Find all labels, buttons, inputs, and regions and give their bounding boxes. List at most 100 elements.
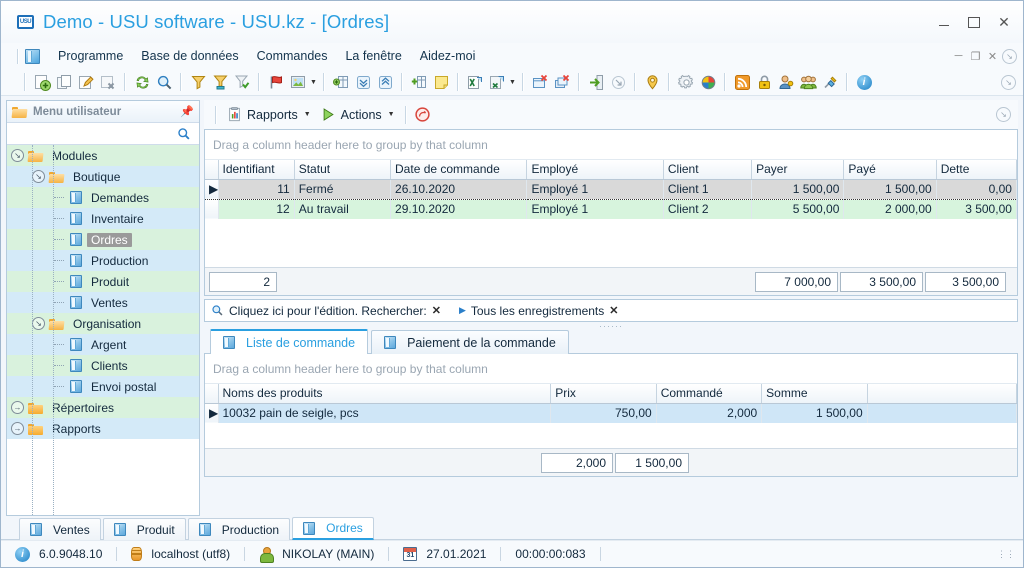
tree-item-argent[interactable]: Argent	[7, 334, 199, 355]
cell-client[interactable]: Client 2	[663, 199, 753, 219]
filter-icon[interactable]	[187, 71, 209, 93]
tree-item-rapports[interactable]: → Rapports	[7, 418, 199, 439]
column-header-pay-[interactable]: Payé	[843, 160, 937, 180]
copy-record-icon[interactable]	[53, 71, 75, 93]
settings-icon[interactable]	[675, 71, 697, 93]
collapse-node-icon[interactable]: ↘	[32, 317, 45, 330]
close-window-icon[interactable]	[529, 71, 551, 93]
table-row[interactable]: ▶ 10032 pain de seigle, pcs 750,00 2,000 1 5…	[205, 403, 1018, 423]
search-icon[interactable]	[153, 71, 175, 93]
detail-grid[interactable]: Noms des produits Prix Commandé Somme ▶ 1003…	[205, 384, 1018, 423]
edit-record-icon[interactable]	[75, 71, 97, 93]
cell-somme[interactable]: 1 500,00	[761, 403, 868, 423]
tree-item-envoi-postal[interactable]: Envoi postal	[7, 376, 199, 397]
close-button[interactable]: ✕	[989, 9, 1019, 35]
filter-clear-icon[interactable]: ✕	[432, 304, 441, 317]
search-icon[interactable]	[177, 127, 191, 141]
column-header-employ-[interactable]: Employé	[526, 160, 664, 180]
doc-tab-production[interactable]: Production	[187, 518, 291, 540]
record-toolbar-collapse-button[interactable]: ↘	[996, 107, 1011, 122]
expand-node-icon[interactable]: →	[11, 401, 24, 414]
column-header-dette[interactable]: Dette	[936, 160, 1017, 180]
collapse-all-icon[interactable]	[352, 71, 374, 93]
cell-payer[interactable]: 5 500,00	[751, 199, 845, 219]
add-column-icon[interactable]	[408, 71, 430, 93]
minimize-button[interactable]	[929, 9, 959, 35]
menu-item-aidez-moi[interactable]: Aidez-moi	[411, 47, 485, 65]
actions-button[interactable]: Actions ▼	[316, 105, 400, 124]
users-icon[interactable]	[797, 71, 819, 93]
menu-item-commandes[interactable]: Commandes	[248, 47, 337, 65]
mdi-minimize-button[interactable]: ─	[951, 49, 966, 64]
table-row[interactable]: 12 Au travail 29.10.2020 Employé 1 Client 25…	[205, 199, 1017, 219]
add-record-icon[interactable]	[31, 71, 53, 93]
sidebar-search-row[interactable]	[7, 123, 199, 145]
reports-caret-icon[interactable]: ▼	[304, 111, 311, 118]
orders-grid[interactable]: Identifiant Statut Date de commande Employé…	[205, 160, 1017, 219]
column-header-date-de-commande[interactable]: Date de commande	[390, 160, 528, 180]
filter-edit-text[interactable]: Cliquez ici pour l'édition. Rechercher:	[229, 304, 427, 318]
column-header-identifiant[interactable]: Identifiant	[218, 160, 295, 180]
mdi-collapse-button[interactable]: ↘	[1002, 48, 1017, 64]
cell-employ-[interactable]: Employé 1	[526, 178, 664, 200]
cell-noms-des-produits[interactable]: 10032 pain de seigle, pcs	[218, 403, 552, 423]
cell-payer[interactable]: 1 500,00	[751, 178, 845, 200]
cell-employ-[interactable]: Employé 1	[526, 199, 664, 219]
flag-icon[interactable]	[265, 71, 287, 93]
tree-item-boutique[interactable]: ↘ Boutique	[7, 166, 199, 187]
expand-all-icon[interactable]	[374, 71, 396, 93]
menu-item-la-fenetre[interactable]: La fenêtre	[336, 47, 410, 65]
refresh-icon[interactable]	[131, 71, 153, 93]
cell-dette[interactable]: 0,00	[936, 178, 1017, 200]
sidebar-tree[interactable]: ↘ Modules ↘ Boutique Demandes Inventaire Ordre…	[7, 145, 199, 515]
tab-paiement-de-la-commande[interactable]: Paiement de la commande	[371, 330, 569, 354]
actions-caret-icon[interactable]: ▼	[388, 111, 395, 118]
cancel-icon[interactable]	[412, 104, 434, 126]
tab-liste-de-commande[interactable]: Liste de commande	[210, 329, 369, 355]
cell-statut[interactable]: Au travail	[294, 199, 392, 219]
document-tabstrip[interactable]: Ventes Produit Production Ordres	[1, 516, 1023, 540]
lock-icon[interactable]	[753, 71, 775, 93]
column-header-statut[interactable]: Statut	[294, 160, 392, 180]
column-header-client[interactable]: Client	[663, 160, 753, 180]
info-icon[interactable]: i	[853, 71, 875, 93]
exit-icon[interactable]	[585, 71, 607, 93]
mdi-close-button[interactable]: ✕	[985, 49, 1000, 64]
image-icon[interactable]	[287, 71, 309, 93]
delete-record-icon[interactable]	[97, 71, 119, 93]
column-header-command-[interactable]: Commandé	[656, 384, 763, 404]
tree-item-modules[interactable]: ↘ Modules	[7, 145, 199, 166]
tree-item-demandes[interactable]: Demandes	[7, 187, 199, 208]
expand-node-icon[interactable]: →	[11, 422, 24, 435]
filter-play-icon[interactable]: ▶	[459, 305, 466, 316]
cell-command-[interactable]: 2,000	[656, 403, 763, 423]
filter-bar[interactable]: Cliquez ici pour l'édition. Rechercher: …	[204, 299, 1018, 322]
column-header-noms-des-produits[interactable]: Noms des produits	[218, 384, 552, 404]
cell-identifiant[interactable]: 11	[218, 178, 295, 200]
collapse-node-icon[interactable]: ↘	[11, 149, 24, 162]
column-header-somme[interactable]: Somme	[761, 384, 868, 404]
filter-award-icon[interactable]	[209, 71, 231, 93]
export-excel-icon[interactable]	[464, 71, 486, 93]
export-excel-dropdown-icon[interactable]	[486, 71, 508, 93]
column-header-payer[interactable]: Payer	[751, 160, 845, 180]
note-icon[interactable]	[430, 71, 452, 93]
collapse-node-icon[interactable]: ↘	[32, 170, 45, 183]
pin-icon[interactable]: 📌	[180, 105, 194, 118]
cell-statut[interactable]: Fermé	[294, 178, 392, 200]
detail-tabstrip[interactable]: Liste de commande Paiement de la commande	[204, 329, 1018, 355]
tree-item-organisation[interactable]: ↘ Organisation	[7, 313, 199, 334]
menu-item-base-de-donnees[interactable]: Base de données	[132, 47, 247, 65]
cell-identifiant[interactable]: 12	[218, 199, 295, 219]
resize-grip-icon[interactable]: ⋮⋮	[997, 550, 1015, 559]
reports-button[interactable]: Rapports ▼	[222, 105, 316, 124]
filter-all-records-label[interactable]: Tous les enregistrements	[471, 304, 604, 318]
cell-date-de-commande[interactable]: 26.10.2020	[390, 178, 528, 200]
close-all-icon[interactable]	[551, 71, 573, 93]
filter-all-records-clear-icon[interactable]: ✕	[609, 304, 618, 317]
cell-prix[interactable]: 750,00	[550, 403, 657, 423]
horizontal-splitter[interactable]: ······	[204, 321, 1018, 331]
user-key-icon[interactable]	[775, 71, 797, 93]
tree-item-produit[interactable]: Produit	[7, 271, 199, 292]
doc-tab-ventes[interactable]: Ventes	[19, 518, 101, 540]
